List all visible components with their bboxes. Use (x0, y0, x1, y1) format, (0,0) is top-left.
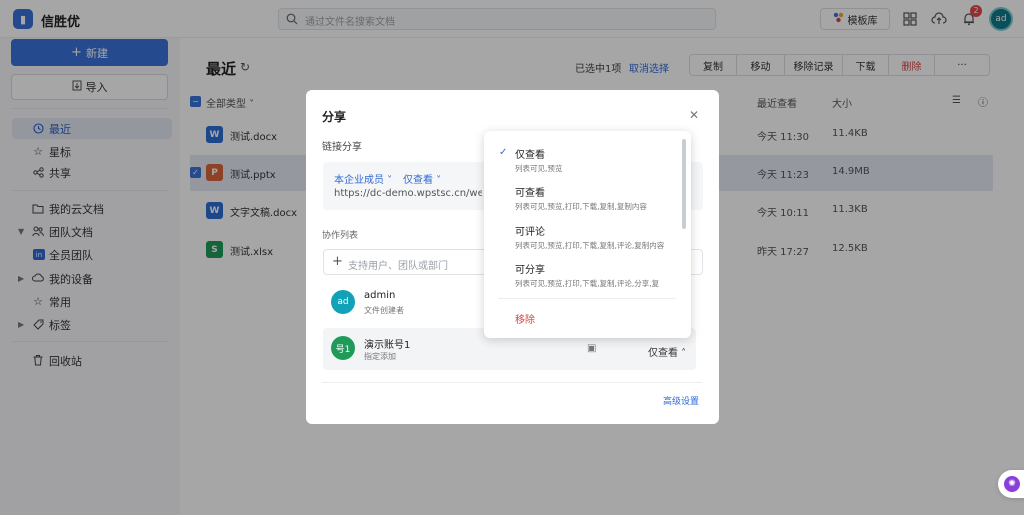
option-label: 可查看 (515, 188, 545, 199)
option-description: 列表可见,预览 (515, 164, 563, 173)
collaborators-label: 协作列表 (322, 231, 359, 241)
member-permission-dropdown[interactable]: 仅查看 ˄ (648, 344, 686, 359)
collaborator-role: 指定添加 (364, 352, 396, 361)
check-icon: ✓ (499, 147, 508, 158)
collaborator-name: admin (364, 290, 396, 301)
add-collaborator-placeholder: 支持用户、团队或部门 (348, 261, 448, 272)
permission-option-can-share[interactable]: 可分享 列表可见,预览,打印,下载,复制,评论,分享,复 (484, 257, 684, 295)
dialog-divider (322, 382, 702, 383)
permission-option-can-view[interactable]: 可查看 列表可见,预览,打印,下载,复制,复制内容 (484, 180, 684, 218)
dropdown-divider (498, 298, 676, 299)
plus-icon: + (332, 254, 343, 269)
option-description: 列表可见,预览,打印,下载,复制,复制内容 (515, 202, 647, 211)
option-label: 仅查看 (515, 150, 545, 161)
collaborator-name: 演示账号1 (364, 340, 411, 351)
permission-option-view-only[interactable]: ✓ 仅查看 列表可见,预览 (484, 142, 684, 180)
option-label: 可分享 (515, 265, 545, 276)
user-card-icon[interactable]: ▣ (587, 343, 596, 354)
collaborator-role: 文件创建者 (364, 306, 404, 315)
scope-dropdown[interactable]: 本企业成员 ˅ (334, 171, 392, 186)
permission-option-can-comment[interactable]: 可评论 列表可见,预览,打印,下载,复制,评论,复制内容 (484, 219, 684, 257)
floating-assistant-button[interactable]: ✺ (998, 470, 1024, 498)
option-description: 列表可见,预览,打印,下载,复制,评论,分享,复 (515, 279, 660, 288)
dialog-title: 分享 (322, 110, 347, 124)
link-permission-dropdown[interactable]: 仅查看 ˅ (403, 171, 441, 186)
avatar: 号1 (331, 336, 355, 360)
permission-dropdown-menu: ✓ 仅查看 列表可见,预览 可查看 列表可见,预览,打印,下载,复制,复制内容 … (484, 131, 691, 338)
avatar: ad (331, 290, 355, 314)
close-icon[interactable]: ✕ (687, 108, 701, 122)
dropdown-scrollbar[interactable] (682, 139, 686, 229)
option-label: 可评论 (515, 227, 545, 238)
scope-label: 本企业成员 (334, 175, 384, 186)
link-permission-label: 仅查看 (403, 175, 433, 186)
advanced-settings-link[interactable]: 高级设置 (663, 394, 699, 407)
remove-collaborator-option[interactable]: 移除 (515, 311, 535, 326)
link-share-label: 链接分享 (322, 142, 362, 153)
member-permission-label: 仅查看 (648, 348, 678, 359)
brain-icon: ✺ (1004, 476, 1020, 492)
option-description: 列表可见,预览,打印,下载,复制,评论,复制内容 (515, 241, 665, 250)
share-url[interactable]: https://dc-demo.wpstsc.cn/weboffic (334, 188, 482, 199)
